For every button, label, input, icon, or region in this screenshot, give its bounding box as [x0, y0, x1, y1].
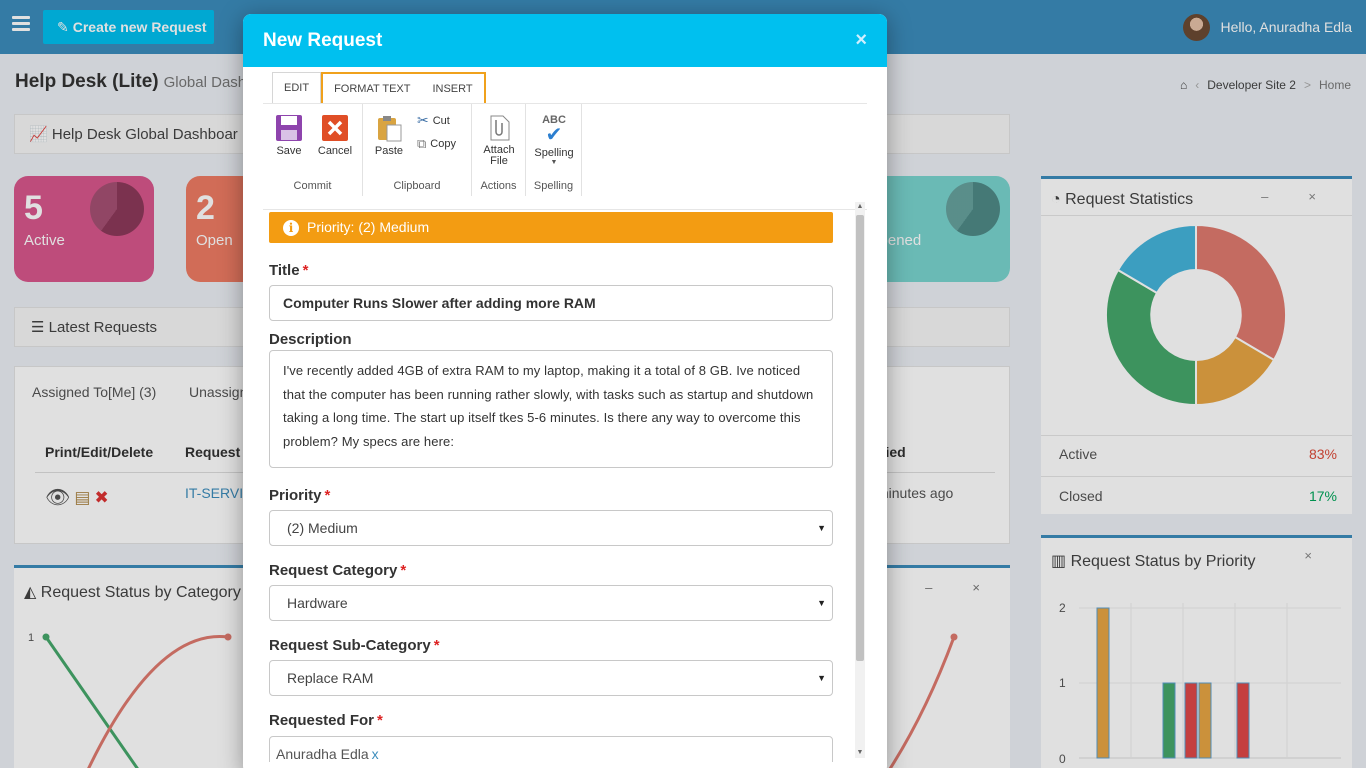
- tab-insert[interactable]: INSERT: [421, 74, 483, 104]
- save-floppy-icon: [276, 115, 302, 141]
- description-label: Description: [269, 331, 352, 348]
- scrollbar-thumb[interactable]: [856, 215, 864, 661]
- dialog-header: New Request ×: [243, 14, 887, 67]
- dialog-scrollbar[interactable]: ▲ ▼: [855, 202, 865, 758]
- description-textarea[interactable]: I've recently added 4GB of extra RAM to …: [269, 350, 833, 468]
- attach-paperclip-icon: [490, 115, 510, 141]
- close-icon[interactable]: ×: [855, 29, 867, 52]
- new-request-dialog: New Request × EDIT FORMAT TEXT INSERT Sa…: [243, 14, 887, 768]
- save-button[interactable]: Save: [267, 114, 311, 157]
- request-category-select[interactable]: Hardware ▼: [269, 585, 833, 621]
- ribbon-group-clipboard: Paste ✂ Cut ⧉ Copy Clipboard: [363, 104, 472, 196]
- format-tab-group: FORMAT TEXT INSERT: [321, 72, 486, 104]
- chevron-down-icon: ▼: [817, 523, 826, 533]
- title-input[interactable]: Computer Runs Slower after adding more R…: [269, 285, 833, 321]
- spelling-button[interactable]: ABC ✔ Spelling ▼: [532, 114, 576, 167]
- dialog-form: i Priority: (2) Medium Title * Computer R…: [263, 209, 867, 762]
- dialog-title: New Request: [263, 29, 383, 51]
- chevron-down-icon: ▼: [817, 598, 826, 608]
- cancel-button[interactable]: Cancel: [313, 114, 357, 157]
- scroll-down-icon[interactable]: ▼: [855, 748, 865, 758]
- requested-for-people-picker[interactable]: Anuradha Edla x: [269, 736, 833, 762]
- ribbon-group-actions: Attach File Actions: [472, 104, 526, 196]
- cancel-x-icon: [322, 115, 348, 141]
- paste-clipboard-icon: [378, 116, 402, 142]
- priority-alert: i Priority: (2) Medium: [269, 212, 833, 243]
- requested-for-label: Requested For *: [269, 712, 383, 729]
- request-sub-category-label: Request Sub-Category *: [269, 637, 440, 654]
- chevron-down-icon: ▼: [550, 159, 558, 166]
- copy-icon: ⧉: [417, 136, 427, 151]
- attach-file-button[interactable]: Attach File: [477, 114, 521, 167]
- remove-person-icon[interactable]: x: [372, 746, 379, 762]
- ribbon-toolbar: Save Cancel Commit Paste ✂ Cut ⧉ Copy Cl…: [263, 104, 867, 196]
- tab-edit[interactable]: EDIT: [272, 72, 322, 104]
- copy-button[interactable]: ⧉ Copy: [417, 136, 456, 152]
- scroll-up-icon[interactable]: ▲: [855, 202, 865, 212]
- ribbon-group-commit: Save Cancel Commit: [263, 104, 363, 196]
- spelling-check-icon: ABC ✔: [542, 114, 566, 146]
- ribbon-group-spelling: ABC ✔ Spelling ▼ Spelling: [526, 104, 582, 196]
- tab-format-text[interactable]: FORMAT TEXT: [323, 74, 421, 104]
- ribbon-tabs: EDIT FORMAT TEXT INSERT: [272, 72, 486, 104]
- chevron-down-icon: ▼: [817, 673, 826, 683]
- scissors-icon: ✂: [417, 112, 429, 128]
- title-label: Title *: [269, 262, 309, 279]
- priority-label: Priority *: [269, 487, 331, 504]
- info-icon: i: [283, 219, 299, 236]
- paste-button[interactable]: Paste: [367, 114, 411, 157]
- request-category-label: Request Category *: [269, 562, 407, 579]
- cut-button[interactable]: ✂ Cut: [417, 112, 450, 129]
- priority-select[interactable]: (2) Medium ▼: [269, 510, 833, 546]
- request-sub-category-select[interactable]: Replace RAM ▼: [269, 660, 833, 696]
